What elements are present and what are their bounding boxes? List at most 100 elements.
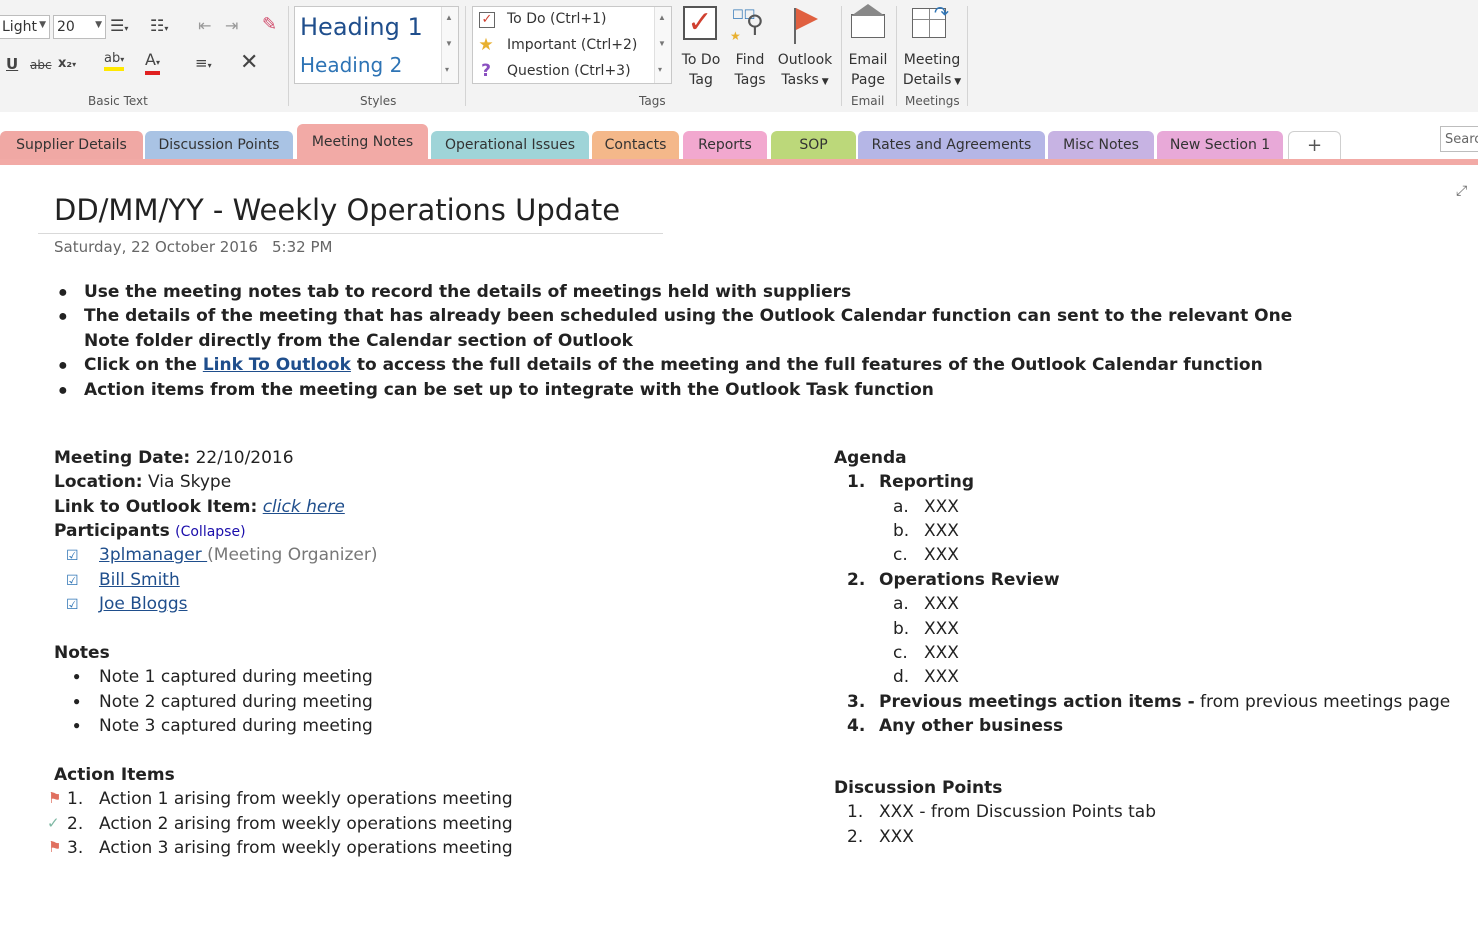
tab-operational-issues[interactable]: Operational Issues	[431, 131, 589, 159]
font-size-select[interactable]: 20 ▼	[53, 15, 106, 39]
divider	[841, 6, 842, 106]
person-check-icon: ☑	[66, 572, 79, 588]
ribbon: Light ▼ 20 ▼ ☰▾ ☷▾ ⇤ ⇥ ✎ U abc x₂▾ ab▾ A▾ …	[0, 0, 1478, 113]
envelope-icon	[845, 4, 891, 50]
agenda-number: 1.	[847, 472, 866, 492]
expand-gallery-icon[interactable]: ▾	[658, 65, 662, 74]
participant-link[interactable]: Bill Smith	[99, 570, 180, 590]
email-page-button[interactable]: Email Page	[845, 4, 891, 90]
todo-tag-button[interactable]: ✓ To Do Tag	[678, 4, 724, 90]
tab-supplier-details[interactable]: Supplier Details	[0, 131, 143, 159]
expand-gallery-icon[interactable]: ▾	[445, 65, 449, 74]
outlook-tasks-label-2: Tasks ▼	[776, 70, 834, 92]
agenda-number: 3.	[847, 692, 866, 712]
field-label: Location:	[54, 472, 143, 492]
discussion-number: 2.	[847, 827, 864, 847]
field-value: Via Skype	[142, 472, 232, 492]
tab-reports[interactable]: Reports	[683, 131, 767, 159]
increase-indent-icon[interactable]: ⇥	[225, 16, 238, 35]
tab-misc-notes[interactable]: Misc Notes	[1048, 131, 1154, 159]
divider	[896, 6, 897, 106]
action-number: 1.	[67, 789, 84, 809]
page-title[interactable]: DD/MM/YY - Weekly Operations Update	[54, 193, 620, 227]
font-name-select[interactable]: Light ▼	[0, 15, 50, 39]
meeting-date: Meeting Date: 22/10/2016	[54, 448, 294, 468]
decrease-indent-icon[interactable]: ⇤	[198, 16, 211, 35]
person-check-icon: ☑	[66, 596, 79, 612]
bullets-icon[interactable]: ☰▾	[110, 16, 128, 35]
tab-new-section-1[interactable]: New Section 1	[1157, 131, 1283, 159]
tags-scrollbar[interactable]: ▲ ▼ ▾	[654, 7, 671, 83]
participant-link[interactable]: Joe Bloggs	[99, 594, 188, 614]
find-tags-label-1: Find	[735, 52, 765, 68]
clear-formatting-icon[interactable]: ✎	[262, 14, 277, 35]
flag-icon[interactable]: ⚑	[48, 789, 61, 807]
intro-bullet-2-line-1: The details of the meeting that has alre…	[84, 306, 1293, 326]
tags-group-label: Tags	[639, 94, 666, 108]
discussion-item: XXX - from Discussion Points tab	[879, 802, 1156, 822]
delete-icon[interactable]: ✕	[240, 50, 258, 75]
agenda-sub-letter: b.	[893, 521, 910, 541]
expand-icon[interactable]: ⤢	[1456, 182, 1467, 199]
search-input[interactable]: Searc	[1440, 126, 1478, 152]
subscript-icon[interactable]: x₂▾	[58, 56, 76, 71]
scroll-up-icon[interactable]: ▲	[445, 13, 453, 22]
font-name-value: Light	[2, 19, 37, 35]
check-icon[interactable]: ✓	[47, 814, 60, 832]
styles-gallery[interactable]: Heading 1 Heading 2 ▲ ▼ ▾	[294, 6, 459, 84]
heading-2-style[interactable]: Heading 2	[300, 53, 402, 77]
participant: Joe Bloggs	[99, 594, 188, 614]
checkbox-icon: ✓	[479, 12, 495, 28]
align-icon[interactable]: ≡▾	[195, 54, 212, 72]
agenda-sub-item: XXX	[924, 521, 959, 541]
font-color-icon[interactable]: A▾	[145, 52, 160, 75]
intro-bullet-3: Click on the Link To Outlook to access t…	[84, 355, 1263, 375]
outlook-item-link-row: Link to Outlook Item: click here	[54, 497, 345, 517]
email-page-label-1: Email	[848, 52, 888, 68]
link-to-outlook[interactable]: Link To Outlook	[203, 355, 351, 375]
find-tags-button[interactable]: ☐☐ ⚲ ★ Find Tags	[728, 4, 772, 90]
underline-icon[interactable]: U	[6, 55, 18, 73]
click-here-link[interactable]: click here	[263, 497, 345, 517]
action-item: Action 2 arising from weekly operations …	[99, 814, 513, 834]
outlook-tasks-button[interactable]: Outlook Tasks ▼	[776, 4, 834, 92]
discussion-item: XXX	[879, 827, 914, 847]
email-group-label: Email	[851, 94, 885, 108]
tab-meeting-notes[interactable]: Meeting Notes	[297, 124, 428, 165]
tag-question[interactable]: ? Question (Ctrl+3)	[477, 60, 647, 84]
todo-tag-label-2: Tag	[689, 72, 713, 88]
bullet-icon: ●	[58, 382, 68, 399]
tag-important[interactable]: ★ Important (Ctrl+2)	[477, 34, 647, 58]
scroll-up-icon[interactable]: ▲	[658, 13, 666, 22]
collapse-link[interactable]: (Collapse)	[175, 524, 245, 540]
tags-gallery[interactable]: ✓ To Do (Ctrl+1) ★ Important (Ctrl+2) ? …	[472, 6, 672, 84]
scroll-down-icon[interactable]: ▼	[658, 39, 666, 48]
agenda-sub-letter: d.	[893, 667, 910, 687]
agenda-sub-item: XXX	[924, 619, 959, 639]
styles-scrollbar[interactable]: ▲ ▼ ▾	[441, 7, 458, 83]
tab-contacts[interactable]: Contacts	[592, 131, 679, 159]
email-page-label-2: Page	[851, 72, 885, 88]
styles-group-label: Styles	[360, 94, 397, 108]
numbering-icon[interactable]: ☷▾	[150, 16, 168, 35]
star-icon: ★	[478, 35, 494, 55]
participant-link[interactable]: 3plmanager	[99, 545, 207, 565]
heading-1-style[interactable]: Heading 1	[300, 13, 423, 41]
participant: 3plmanager (Meeting Organizer)	[99, 545, 378, 565]
tab-rates-and-agreements[interactable]: Rates and Agreements	[858, 131, 1045, 159]
notes-heading: Notes	[54, 643, 110, 663]
intro-bullet-2-line-2: Note folder directly from the Calendar s…	[84, 331, 633, 351]
tag-todo[interactable]: ✓ To Do (Ctrl+1)	[477, 8, 647, 32]
tab-discussion-points[interactable]: Discussion Points	[145, 131, 293, 159]
meeting-details-label-2: Details ▼	[900, 70, 964, 92]
meeting-details-button[interactable]: ↷ Meeting Details ▼	[900, 4, 964, 92]
tab-sop[interactable]: SOP	[771, 131, 856, 159]
agenda-sub-letter: a.	[893, 497, 909, 517]
calendar-icon: ↷	[900, 4, 964, 50]
strikethrough-icon[interactable]: abc	[30, 58, 52, 72]
highlight-icon[interactable]: ab▾	[104, 52, 125, 71]
tag-label: To Do (Ctrl+1)	[507, 11, 607, 27]
flag-icon[interactable]: ⚑	[48, 838, 61, 856]
add-section-button[interactable]: +	[1288, 131, 1341, 159]
scroll-down-icon[interactable]: ▼	[445, 39, 453, 48]
